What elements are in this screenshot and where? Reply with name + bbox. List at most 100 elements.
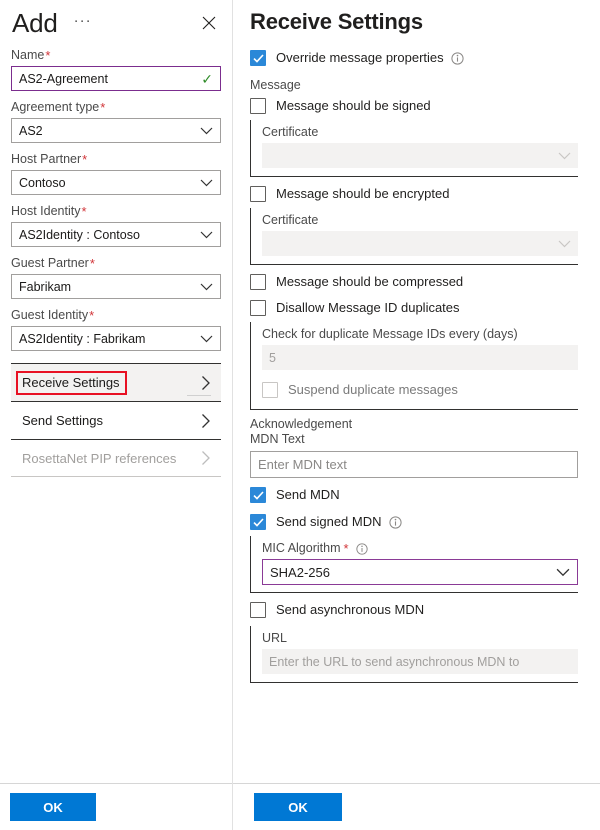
check-days-label: Check for duplicate Message IDs every (d… xyxy=(262,327,578,342)
chevron-down-icon xyxy=(200,179,213,187)
field-guest-partner: Guest Partner* Fabrikam xyxy=(11,256,221,299)
name-input[interactable]: AS2-Agreement ✓ xyxy=(11,66,221,91)
url-group: URL Enter the URL to send asynchronous M… xyxy=(250,626,578,683)
send-mdn-label: Send MDN xyxy=(276,487,340,503)
chevron-down-icon xyxy=(558,152,571,160)
field-guest-identity-label: Guest Identity* xyxy=(11,308,221,323)
page-title: Add xyxy=(12,10,58,36)
settings-nav-list: Receive Settings Send Settings Rose xyxy=(11,363,221,477)
send-asynchronous-mdn-checkbox[interactable] xyxy=(250,602,266,618)
info-icon[interactable] xyxy=(356,543,368,555)
sidebar-item-send-settings-label: Send Settings xyxy=(22,413,103,428)
disallow-duplicates-checkbox[interactable] xyxy=(250,300,266,316)
mic-algorithm-label-row: MIC Algorithm * xyxy=(262,541,578,556)
required-marker: * xyxy=(100,100,105,115)
sidebar-item-receive-settings-label: Receive Settings xyxy=(18,373,125,393)
info-icon[interactable] xyxy=(451,52,464,65)
valid-check-icon: ✓ xyxy=(201,72,213,86)
chevron-right-icon xyxy=(201,450,211,466)
mdn-text-placeholder: Enter MDN text xyxy=(258,457,347,472)
mic-algorithm-group: MIC Algorithm * SHA2-256 xyxy=(250,536,578,593)
override-message-properties-checkbox[interactable] xyxy=(250,50,266,66)
override-message-properties-label: Override message properties xyxy=(276,50,444,66)
nav-underline xyxy=(187,395,211,396)
message-should-be-signed-row[interactable]: Message should be signed xyxy=(250,95,578,117)
send-signed-mdn-label: Send signed MDN xyxy=(276,514,382,530)
message-should-be-encrypted-checkbox[interactable] xyxy=(250,186,266,202)
sidebar-item-send-settings[interactable]: Send Settings xyxy=(11,401,221,439)
left-ok-button[interactable]: OK xyxy=(10,793,96,821)
required-marker: * xyxy=(344,541,349,556)
check-days-input: 5 xyxy=(262,345,578,370)
host-partner-value: Contoso xyxy=(19,176,66,190)
agreement-type-value: AS2 xyxy=(19,124,43,138)
guest-partner-select[interactable]: Fabrikam xyxy=(11,274,221,299)
send-asynchronous-mdn-row[interactable]: Send asynchronous MDN xyxy=(250,599,578,621)
field-host-partner-label: Host Partner* xyxy=(11,152,221,167)
agreement-type-select[interactable]: AS2 xyxy=(11,118,221,143)
signed-certificate-select xyxy=(262,143,578,168)
agreement-form: Name* AS2-Agreement ✓ Agreement type* AS… xyxy=(0,42,232,477)
sidebar-item-receive-settings[interactable]: Receive Settings xyxy=(11,363,221,401)
info-icon[interactable] xyxy=(389,516,402,529)
name-input-value: AS2-Agreement xyxy=(19,72,108,86)
send-signed-mdn-row[interactable]: Send signed MDN xyxy=(250,511,578,533)
receive-settings-panel: Receive Settings Override message proper… xyxy=(233,0,600,830)
field-guest-identity: Guest Identity* AS2Identity : Fabrikam xyxy=(11,308,221,351)
message-should-be-encrypted-row[interactable]: Message should be encrypted xyxy=(250,183,578,205)
mic-algorithm-select[interactable]: SHA2-256 xyxy=(262,559,578,585)
right-ok-button[interactable]: OK xyxy=(254,793,342,821)
suspend-duplicate-messages-label: Suspend duplicate messages xyxy=(288,382,458,398)
message-should-be-encrypted-label: Message should be encrypted xyxy=(276,186,449,202)
send-mdn-row[interactable]: Send MDN xyxy=(250,484,578,506)
mic-algorithm-value: SHA2-256 xyxy=(270,565,330,580)
message-should-be-signed-checkbox[interactable] xyxy=(250,98,266,114)
receive-settings-title: Receive Settings xyxy=(233,0,600,35)
more-options-button[interactable]: ··· xyxy=(74,13,92,34)
required-marker: * xyxy=(89,308,94,323)
field-name: Name* AS2-Agreement ✓ xyxy=(11,48,221,91)
encrypted-certificate-label: Certificate xyxy=(262,213,578,228)
required-marker: * xyxy=(45,48,50,63)
field-name-label: Name* xyxy=(11,48,221,63)
mdn-text-input[interactable]: Enter MDN text xyxy=(250,451,578,478)
guest-identity-select[interactable]: AS2Identity : Fabrikam xyxy=(11,326,221,351)
guest-identity-value: AS2Identity : Fabrikam xyxy=(19,332,145,346)
field-guest-partner-label: Guest Partner* xyxy=(11,256,221,271)
host-identity-select[interactable]: AS2Identity : Contoso xyxy=(11,222,221,247)
host-partner-select[interactable]: Contoso xyxy=(11,170,221,195)
field-agreement-type-label: Agreement type* xyxy=(11,100,221,115)
suspend-duplicate-messages-row: Suspend duplicate messages xyxy=(262,379,578,401)
receive-settings-body: Receive Settings Override message proper… xyxy=(233,0,600,783)
url-input: Enter the URL to send asynchronous MDN t… xyxy=(262,649,578,674)
send-signed-mdn-checkbox[interactable] xyxy=(250,514,266,530)
field-agreement-type: Agreement type* AS2 xyxy=(11,100,221,143)
chevron-down-icon xyxy=(200,231,213,239)
chevron-down-icon xyxy=(558,240,571,248)
send-asynchronous-mdn-label: Send asynchronous MDN xyxy=(276,602,424,618)
mdn-text-label: MDN Text xyxy=(250,432,578,447)
guest-partner-value: Fabrikam xyxy=(19,280,71,294)
send-mdn-checkbox[interactable] xyxy=(250,487,266,503)
chevron-down-icon xyxy=(200,127,213,135)
message-should-be-compressed-row[interactable]: Message should be compressed xyxy=(250,271,578,293)
add-panel-footer: OK xyxy=(0,783,232,830)
add-panel-header: Add ··· xyxy=(0,0,232,42)
suspend-duplicate-messages-checkbox xyxy=(262,382,278,398)
message-should-be-compressed-label: Message should be compressed xyxy=(276,274,463,290)
sidebar-item-rosettanet-pip-references-label: RosettaNet PIP references xyxy=(22,451,176,466)
add-panel-body: Add ··· Name* AS2-Agreement ✓ xyxy=(0,0,232,783)
mic-algorithm-label: MIC Algorithm xyxy=(262,541,341,556)
chevron-right-icon xyxy=(201,413,211,429)
override-message-properties-row[interactable]: Override message properties xyxy=(250,47,578,69)
signed-certificate-group: Certificate xyxy=(250,120,578,177)
azure-agreement-screen: Add ··· Name* AS2-Agreement ✓ xyxy=(0,0,600,830)
close-icon[interactable] xyxy=(198,12,220,34)
message-should-be-compressed-checkbox[interactable] xyxy=(250,274,266,290)
disallow-duplicates-row[interactable]: Disallow Message ID duplicates xyxy=(250,297,578,319)
required-marker: * xyxy=(90,256,95,271)
receive-settings-form: Override message properties Message Mess xyxy=(233,47,600,683)
add-agreement-panel: Add ··· Name* AS2-Agreement ✓ xyxy=(0,0,233,830)
acknowledgement-section-label: Acknowledgement xyxy=(250,417,578,432)
duplicate-check-group: Check for duplicate Message IDs every (d… xyxy=(250,322,578,410)
